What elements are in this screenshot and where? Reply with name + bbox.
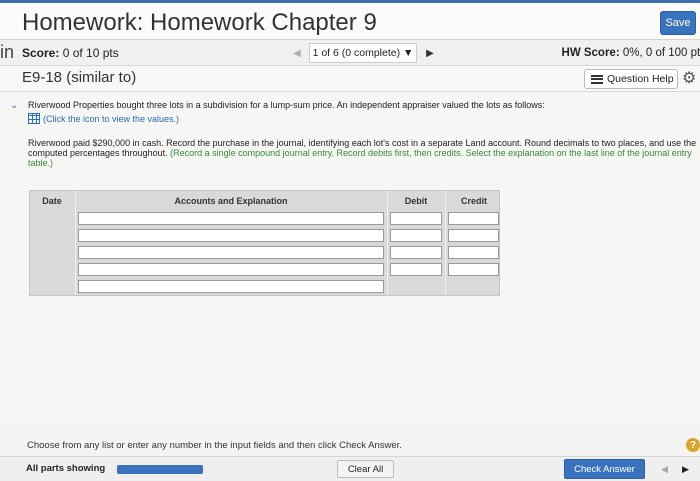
values-link-text[interactable]: (Click the icon to view the values.) (43, 114, 179, 124)
col-header-credit: Credit (460, 196, 487, 206)
journal-table: Date Accounts and Explanation Debit Cred… (29, 190, 500, 296)
account-input-3[interactable] (78, 246, 384, 259)
credit-input-1[interactable] (448, 212, 499, 225)
column-divider (445, 191, 446, 295)
hw-score-value: 0%, 0 of 100 pts (622, 47, 700, 59)
question-help-button[interactable]: Question Help (584, 69, 678, 89)
debit-input-4[interactable] (390, 263, 442, 276)
answer-instructions: Choose from any list or enter any number… (27, 440, 402, 451)
table-icon[interactable] (28, 113, 40, 124)
debit-input-2[interactable] (390, 229, 442, 242)
hw-score-label: HW Score: (561, 47, 620, 59)
problem-instructions: Riverwood paid $290,000 in cash. Record … (28, 138, 698, 168)
debit-input-1[interactable] (390, 212, 442, 225)
footer-bar: All parts showing Clear All Check Answer… (0, 456, 700, 481)
footer-next-button[interactable]: ▶ (677, 461, 694, 477)
question-help-label: Question Help (607, 73, 674, 85)
footer-prev-button[interactable]: ◀ (656, 461, 673, 477)
check-answer-button[interactable]: Check Answer (564, 459, 645, 479)
triangle-left-icon: ◀ (293, 47, 301, 59)
values-link[interactable]: (Click the icon to view the values.) (28, 113, 179, 124)
clear-all-button[interactable]: Clear All (337, 460, 394, 478)
prev-question-button[interactable]: ◀ (289, 45, 305, 61)
parts-progress-bar (117, 465, 203, 474)
col-header-accounts: Accounts and Explanation (174, 196, 288, 206)
account-input-4[interactable] (78, 263, 384, 276)
left-cut-text: in (0, 42, 15, 62)
account-input-2[interactable] (78, 229, 384, 242)
save-button[interactable]: Save (660, 11, 696, 35)
list-icon (591, 74, 603, 84)
page-title: Homework: Homework Chapter 9 (22, 9, 377, 36)
col-header-date: Date (42, 196, 62, 206)
score-value: 0 of 10 pts (62, 46, 119, 60)
top-bar: Homework: Homework Chapter 9 Save (0, 0, 700, 40)
exercise-bar: E9-18 (similar to) Question Help ⚙ (0, 66, 700, 92)
credit-input-4[interactable] (448, 263, 499, 276)
credit-input-2[interactable] (448, 229, 499, 242)
help-icon[interactable]: ? (686, 438, 700, 452)
score-label: Score: (22, 46, 60, 60)
col-header-debit: Debit (404, 196, 428, 206)
next-question-button[interactable]: ▶ (422, 45, 438, 61)
column-divider (75, 191, 76, 295)
score-bar: in Score: 0 of 10 pts ◀ 1 of 6 (0 comple… (0, 40, 700, 66)
all-parts-label: All parts showing (26, 463, 106, 474)
hw-score-display: HW Score: 0%, 0 of 100 pts (562, 47, 700, 59)
triangle-left-icon: ◀ (661, 463, 668, 474)
question-content: ⌄ Riverwood Properties bought three lots… (0, 92, 700, 424)
gear-icon[interactable]: ⚙ (682, 69, 696, 89)
triangle-right-icon: ▶ (426, 47, 434, 59)
debit-input-3[interactable] (390, 246, 442, 259)
score-display: Score: 0 of 10 pts (22, 46, 119, 60)
chevron-down-icon[interactable]: ⌄ (10, 100, 18, 111)
exercise-title: E9-18 (similar to) (22, 69, 137, 86)
column-divider (387, 191, 388, 295)
triangle-right-icon: ▶ (682, 463, 689, 474)
explanation-input[interactable] (78, 280, 384, 293)
problem-intro: Riverwood Properties bought three lots i… (28, 100, 545, 110)
account-input-1[interactable] (78, 212, 384, 225)
credit-input-3[interactable] (448, 246, 499, 259)
question-selector[interactable]: 1 of 6 (0 complete) ▼ (309, 43, 417, 63)
